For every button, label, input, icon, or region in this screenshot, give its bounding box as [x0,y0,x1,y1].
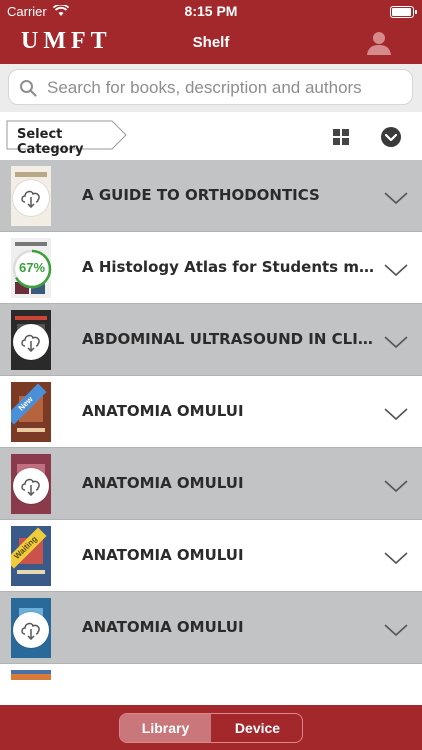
book-title: A Histology Atlas for Students made... [82,258,378,276]
cloud-download-icon [21,190,40,208]
page-title: Shelf [192,34,230,51]
download-button[interactable] [13,324,49,360]
chevron-down-icon[interactable] [383,262,409,278]
book-row[interactable]: Waiting ANATOMIA OMULUI [0,520,422,592]
chevron-down-icon[interactable] [383,190,409,206]
chevron-down-icon[interactable] [383,550,409,566]
cloud-download-icon [21,622,40,640]
search-icon [20,80,37,97]
search-box [8,69,413,106]
grid-view-icon[interactable] [333,129,349,145]
toolbar: Select Category [0,112,422,160]
book-row[interactable]: ABDOMINAL ULTRASOUND IN CLINI... [0,304,422,376]
status-bar: Carrier 8:15 PM [0,0,422,24]
book-title: A GUIDE TO ORTHODONTICS [82,186,320,204]
battery-icon [390,6,417,18]
nav-bar: UMFT Shelf [0,24,422,64]
book-title: ANATOMIA OMULUI [82,402,244,420]
profile-icon[interactable] [366,30,392,56]
progress-percent: 67% [18,260,46,275]
book-row[interactable]: ANATOMIA OMULUI [0,592,422,664]
book-cover: Waiting [11,526,51,586]
download-button[interactable] [13,180,49,216]
search-input[interactable] [45,70,409,106]
chevron-down-circle-icon[interactable] [380,126,402,148]
book-title: ABDOMINAL ULTRASOUND IN CLINI... [82,330,378,348]
book-cover [11,670,51,680]
select-category-label: Select Category [17,127,84,157]
chevron-down-icon[interactable] [383,622,409,638]
select-category-button[interactable]: Select Category [6,120,127,157]
bottom-bar: Library Device [0,705,422,750]
book-row-partial [0,664,422,680]
book-cover: New [11,382,51,442]
book-title: ANATOMIA OMULUI [82,474,244,492]
tab-device[interactable]: Device [212,714,302,742]
tab-library[interactable]: Library [120,714,211,742]
book-row[interactable]: ANATOMIA OMULUI [0,448,422,520]
book-row[interactable]: A GUIDE TO ORTHODONTICS [0,160,422,232]
download-button[interactable] [13,612,49,648]
clock: 8:15 PM [184,3,238,19]
book-title: ANATOMIA OMULUI [82,546,244,564]
cloud-download-icon [21,334,40,352]
book-row[interactable]: 67% A Histology Atlas for Students made.… [0,232,422,304]
chevron-down-icon[interactable] [383,478,409,494]
cloud-download-icon [21,478,40,496]
chevron-down-icon[interactable] [383,406,409,422]
download-button[interactable] [13,468,49,504]
chevron-down-icon[interactable] [383,334,409,350]
library-device-segmented-control: Library Device [119,713,303,743]
book-list: A GUIDE TO ORTHODONTICS 67% A Histology … [0,160,422,680]
search-area [0,64,422,112]
book-title: ANATOMIA OMULUI [82,618,244,636]
book-row[interactable]: New ANATOMIA OMULUI [0,376,422,448]
